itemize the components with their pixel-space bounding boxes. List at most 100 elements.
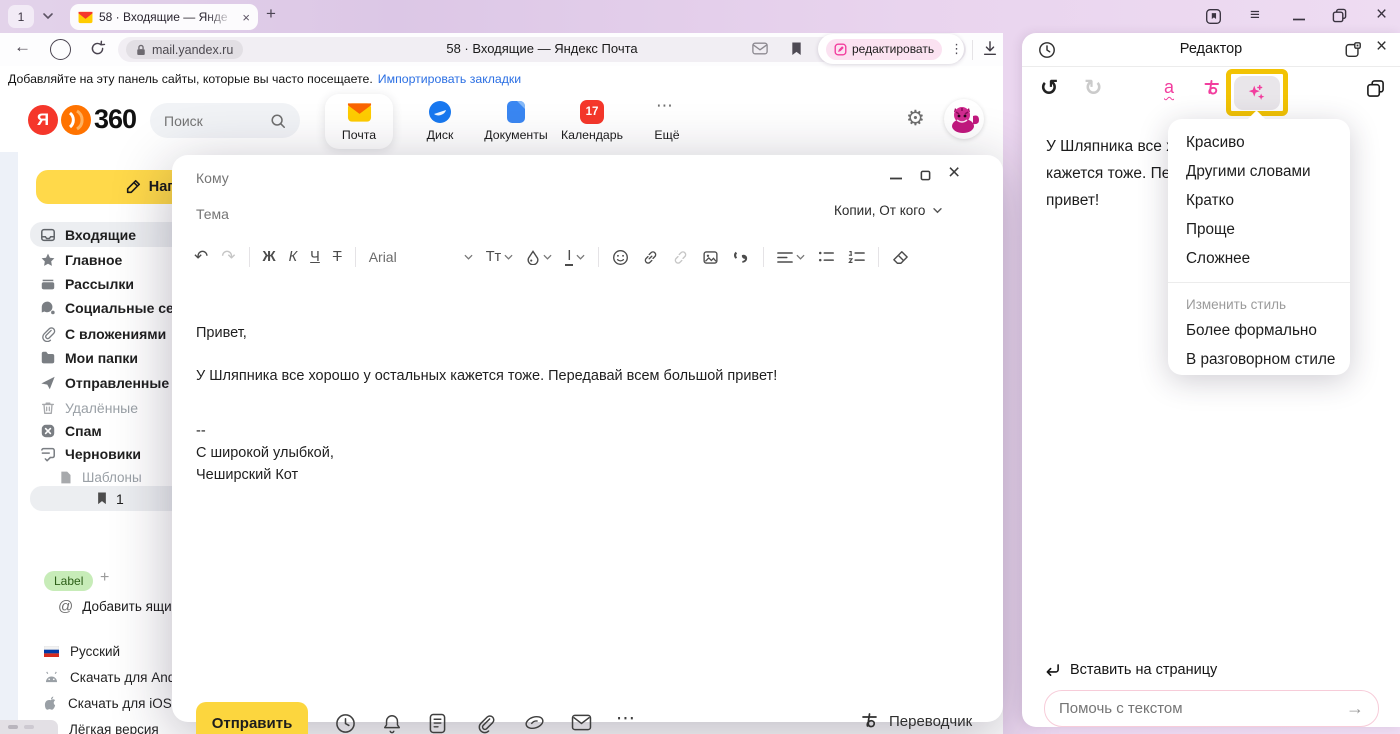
window-restore-button[interactable] — [1332, 8, 1347, 23]
tab-close-icon[interactable]: × — [242, 11, 250, 24]
compose-minimize-button[interactable] — [890, 177, 902, 180]
menu-item-rephrase[interactable]: Другими словами — [1168, 157, 1350, 186]
template-note-icon[interactable] — [429, 713, 446, 734]
window-minimize-button[interactable] — [1293, 18, 1305, 21]
reload-icon[interactable] — [89, 40, 106, 57]
tabs-chevron-icon[interactable] — [42, 12, 54, 20]
panel-undo-icon[interactable]: ↺ — [1040, 77, 1058, 99]
light-version-link[interactable]: Лёгкая версия — [44, 717, 159, 734]
back-icon[interactable]: ← — [14, 37, 31, 57]
clear-format-eraser-icon[interactable] — [892, 250, 909, 265]
menu-item-formal[interactable]: Более формально — [1168, 316, 1350, 345]
menu-item-complex[interactable]: Сложнее — [1168, 244, 1350, 273]
compose-to-field[interactable] — [196, 167, 796, 189]
bullet-list-icon[interactable] — [818, 250, 835, 264]
settings-gear-icon[interactable]: ⚙ — [906, 108, 925, 129]
omnibox[interactable]: mail.yandex.ru 58 · Входящие — Яндекс По… — [118, 37, 966, 62]
service-calendar[interactable]: 17 Календарь — [556, 98, 628, 148]
sidebar-item-main[interactable]: Главное — [40, 247, 122, 272]
insert-link-icon[interactable] — [642, 249, 659, 266]
sidebar-item-trash[interactable]: Удалённые — [40, 395, 138, 420]
menu-item-shorter[interactable]: Кратко — [1168, 186, 1350, 215]
menu-item-simpler[interactable]: Проще — [1168, 215, 1350, 244]
tab-counter[interactable]: 1 — [8, 5, 34, 28]
yandex360-logo[interactable]: Я 360 — [28, 104, 136, 135]
ai-prompt-input[interactable] — [1059, 700, 1346, 717]
window-close-button[interactable]: × — [1376, 4, 1387, 26]
panel-close-icon[interactable]: × — [1376, 36, 1387, 58]
compose-more-icon[interactable]: ⋯ — [616, 707, 636, 730]
browser-menu-icon[interactable]: ≡ — [1250, 5, 1260, 25]
import-bookmarks-link[interactable]: Импортировать закладки — [378, 72, 521, 86]
translate-hiragana-icon[interactable] — [1202, 78, 1222, 98]
remove-link-icon[interactable] — [672, 249, 689, 266]
add-label-icon[interactable]: + — [100, 569, 109, 587]
pill-more-icon[interactable]: ⋮ — [950, 41, 963, 57]
compose-subject-field[interactable] — [196, 203, 756, 225]
download-ios-link[interactable]: Скачать для iOS — [44, 691, 172, 715]
highlight-color-button[interactable] — [526, 250, 552, 265]
panels-bookmark-icon[interactable] — [1205, 8, 1222, 25]
strikethrough-button[interactable]: Т — [333, 249, 342, 265]
browser-tab[interactable]: 58 · Входящие — Янде × — [70, 4, 258, 30]
submit-arrow-icon[interactable]: → — [1346, 698, 1364, 719]
italic-button[interactable]: К — [289, 249, 298, 265]
schedule-clock-icon[interactable] — [335, 713, 356, 734]
font-size-select[interactable]: Тт — [486, 249, 514, 265]
yandex-button[interactable] — [50, 39, 71, 60]
bold-button[interactable]: Ж — [263, 249, 276, 265]
panel-redo-icon[interactable]: ↻ — [1084, 77, 1102, 99]
menu-item-beautiful[interactable]: Красиво — [1168, 128, 1350, 157]
menu-item-casual[interactable]: В разговорном стиле — [1168, 345, 1350, 374]
numbered-list-icon[interactable] — [848, 250, 865, 264]
sidebar-item-sent[interactable]: Отправленные — [40, 370, 169, 395]
add-mailbox-row[interactable]: @ Добавить ящик — [58, 595, 178, 617]
redo-icon[interactable]: ↷ — [221, 247, 235, 267]
font-family-select[interactable]: Arial — [369, 249, 473, 265]
mail-notify-icon[interactable] — [752, 42, 768, 55]
ai-rewrite-sparkles-button[interactable] — [1234, 76, 1280, 110]
downloads-icon[interactable] — [982, 40, 998, 57]
cc-from-toggle[interactable]: Копии, От кого — [834, 203, 943, 218]
ai-prompt-box[interactable]: → — [1044, 690, 1379, 727]
attach-from-disk-icon[interactable] — [524, 713, 545, 732]
insert-to-page-button[interactable]: Вставить на страницу — [1044, 662, 1217, 678]
search-box[interactable] — [150, 103, 300, 138]
send-button[interactable]: Отправить — [196, 702, 308, 734]
service-mail[interactable]: Почта — [325, 94, 393, 149]
copy-icon[interactable] — [1366, 79, 1385, 98]
attach-file-icon[interactable] — [476, 713, 496, 734]
spellcheck-button[interactable]: a — [1164, 78, 1174, 96]
quote-icon[interactable] — [732, 250, 750, 264]
insert-image-icon[interactable] — [702, 249, 719, 266]
service-more[interactable]: ⋯ Ещё — [642, 98, 692, 148]
sidebar-item-inbox[interactable]: Входящие — [40, 222, 136, 247]
translator-button[interactable]: Переводчик — [860, 711, 972, 731]
undo-icon[interactable]: ↶ — [194, 247, 208, 267]
sidebar-item-spam[interactable]: Спам — [40, 418, 102, 443]
sidebar-item-attachments[interactable]: С вложениями — [40, 321, 166, 346]
align-button[interactable] — [777, 251, 805, 264]
compose-maximize-button[interactable] — [920, 170, 931, 181]
emoji-icon[interactable] — [612, 249, 629, 266]
compose-close-button[interactable]: × — [948, 161, 960, 185]
search-input[interactable] — [164, 113, 270, 129]
search-icon[interactable] — [270, 113, 286, 129]
sidebar-item-drafts[interactable]: Черновики — [40, 441, 141, 466]
language-link[interactable]: Русский — [44, 639, 120, 663]
edit-pill[interactable]: редактировать ⋮ — [818, 34, 964, 64]
attach-from-mail-icon[interactable] — [571, 714, 592, 731]
underline-button[interactable]: Ч — [310, 249, 320, 265]
text-color-button[interactable]: I — [565, 248, 585, 266]
sidebar-item-social[interactable]: Социальные сети — [40, 295, 189, 320]
edit-chip[interactable]: редактировать — [826, 39, 942, 60]
user-avatar[interactable] — [944, 99, 984, 139]
new-tab-button[interactable]: + — [266, 4, 276, 24]
detach-panel-icon[interactable] — [1344, 41, 1362, 59]
sidebar-item-mailings[interactable]: Рассылки — [40, 271, 134, 296]
service-disk[interactable]: Диск — [410, 98, 470, 148]
sidebar-item-my-folders[interactable]: Мои папки — [40, 345, 138, 370]
bookmark-page-icon[interactable] — [790, 41, 803, 57]
notification-bell-icon[interactable] — [382, 713, 402, 734]
label-tag[interactable]: Label — [44, 571, 93, 591]
